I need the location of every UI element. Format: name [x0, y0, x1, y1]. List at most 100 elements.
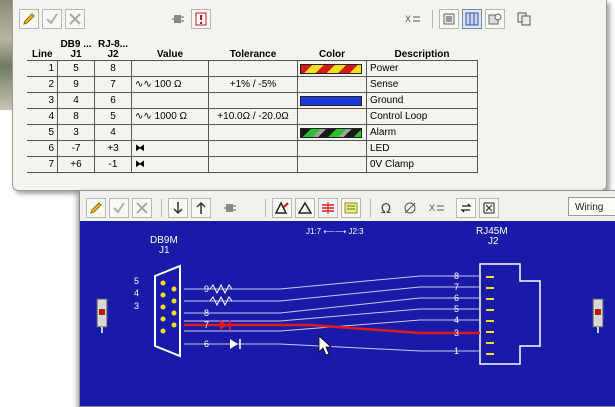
value-cell[interactable] — [131, 60, 209, 77]
tolerance-cell[interactable] — [208, 140, 298, 157]
j1-pin-cell[interactable]: 9 — [57, 76, 95, 93]
table-row[interactable]: 4 8 5 ∿∿ 1000 Ω +10.0Ω / -20.0Ω Control Loop — [27, 108, 478, 125]
j1-pin-cell[interactable]: 3 — [57, 124, 95, 141]
line-number-cell[interactable]: 2 — [27, 76, 58, 93]
j1-pin-cell[interactable]: 8 — [57, 108, 95, 125]
schematic-window: Ω X Wiring DB9M J1 RJ45M J2 J1:7 ⟵⟶ J2:3… — [79, 190, 615, 407]
svg-text:Ω: Ω — [381, 202, 391, 215]
arrow-down-icon[interactable] — [168, 198, 188, 218]
description-cell[interactable]: Alarm — [366, 124, 478, 141]
j2-pin-cell[interactable]: 6 — [94, 92, 132, 109]
tolerance-cell[interactable] — [208, 124, 298, 141]
phase-icon[interactable] — [400, 198, 420, 218]
j2-pin-cell[interactable]: +3 — [94, 140, 132, 157]
line-number-cell[interactable]: 6 — [27, 140, 58, 157]
tolerance-cell[interactable] — [208, 92, 298, 109]
value-cell[interactable] — [131, 92, 209, 109]
color-swatch — [300, 144, 362, 154]
refresh-icon[interactable] — [456, 198, 476, 218]
fit-icon[interactable] — [479, 198, 499, 218]
grid-view-icon[interactable] — [462, 9, 482, 29]
settings-icon[interactable] — [485, 9, 505, 29]
value-cell[interactable]: ⧓ — [131, 140, 209, 157]
value-cell[interactable]: ⧓ — [131, 156, 209, 173]
arrow-up-icon[interactable] — [191, 198, 211, 218]
j2-pin-cell[interactable]: 8 — [94, 60, 132, 77]
pencil-icon[interactable] — [19, 9, 39, 29]
red-lines-icon[interactable] — [318, 198, 338, 218]
line-number-cell[interactable]: 5 — [27, 124, 58, 141]
color-swatch — [300, 112, 362, 122]
right-pin-label: 7 — [454, 282, 460, 292]
table-row[interactable]: 5 3 4 Alarm — [27, 124, 478, 141]
color-cell[interactable] — [297, 76, 367, 93]
j2-pin-cell[interactable]: 5 — [94, 108, 132, 125]
check-icon[interactable] — [109, 198, 129, 218]
cross-icon[interactable] — [65, 9, 85, 29]
highlighted-wire[interactable] — [184, 323, 480, 335]
schematic-canvas[interactable]: DB9M J1 RJ45M J2 J1:7 ⟵⟶ J2:3 5 4 3 9 8 … — [80, 221, 615, 406]
description-cell[interactable]: LED — [366, 140, 478, 157]
wiring-button[interactable]: Wiring — [568, 197, 615, 216]
triangle-icon[interactable] — [295, 198, 315, 218]
description-cell[interactable]: Power — [366, 60, 478, 77]
right-pin-label: 4 — [454, 315, 460, 325]
color-cell[interactable] — [297, 108, 367, 125]
line-number-cell[interactable]: 3 — [27, 92, 58, 109]
warning-doc-icon[interactable] — [191, 9, 211, 29]
tolerance-cell[interactable] — [208, 156, 298, 173]
check-icon[interactable] — [42, 9, 62, 29]
yellow-lines-icon[interactable] — [341, 198, 361, 218]
tolerance-cell[interactable]: +10.0Ω / -20.0Ω — [208, 108, 298, 125]
pencil-icon[interactable] — [86, 198, 106, 218]
value-cell[interactable]: ∿∿ 1000 Ω — [131, 108, 209, 125]
db9-shell — [154, 264, 181, 358]
description-cell[interactable]: Ground — [366, 92, 478, 109]
mouse-cursor-icon — [318, 335, 333, 356]
swap-icon[interactable]: X — [403, 9, 423, 29]
mid-pin-label: 8 — [204, 308, 210, 318]
description-cell[interactable]: Control Loop — [366, 108, 478, 125]
description-cell[interactable]: Sense — [366, 76, 478, 93]
toolbar-separator — [161, 199, 162, 217]
line-number-cell[interactable]: 4 — [27, 108, 58, 125]
table-row[interactable]: 7 +6 -1 ⧓ 0V Clamp — [27, 156, 478, 173]
omega-icon[interactable]: Ω — [377, 198, 397, 218]
table-row[interactable]: 2 9 7 ∿∿ 100 Ω +1% / -5% Sense — [27, 76, 478, 93]
copy-icon[interactable] — [514, 9, 534, 29]
j1-pin-cell[interactable]: 4 — [57, 92, 95, 109]
tolerance-cell[interactable] — [208, 60, 298, 77]
value-cell[interactable]: ∿∿ 100 Ω — [131, 76, 209, 93]
value-cell[interactable] — [131, 124, 209, 141]
tolerance-cell[interactable]: +1% / -5% — [208, 76, 298, 93]
triangle-edit-icon[interactable] — [272, 198, 292, 218]
connection-table-window: X Line DB9 ... RJ-8... Value Tolerance C… — [12, 0, 607, 191]
connector-icon[interactable] — [220, 198, 240, 218]
table-row[interactable]: 1 5 8 Power — [27, 60, 478, 77]
right-pin-label: 8 — [454, 271, 460, 281]
color-cell[interactable] — [297, 124, 367, 141]
color-cell[interactable] — [297, 156, 367, 173]
header-value: Value — [156, 49, 184, 60]
j1-pin-cell[interactable]: 5 — [57, 60, 95, 77]
mid-pin-label: 7 — [204, 320, 210, 330]
table-view-icon[interactable] — [439, 9, 459, 29]
svg-text:X: X — [429, 203, 435, 213]
table-row[interactable]: 3 4 6 Ground — [27, 92, 478, 109]
cross-icon[interactable] — [132, 198, 152, 218]
description-cell[interactable]: 0V Clamp — [366, 156, 478, 173]
line-number-cell[interactable]: 1 — [27, 60, 58, 77]
j2-pin-cell[interactable]: 4 — [94, 124, 132, 141]
toolbar-separator — [370, 199, 371, 217]
j2-pin-cell[interactable]: 7 — [94, 76, 132, 93]
swap-icon[interactable]: X — [427, 198, 447, 218]
j2-pin-cell[interactable]: -1 — [94, 156, 132, 173]
color-cell[interactable] — [297, 60, 367, 77]
table-row[interactable]: 6 -7 +3 ⧓ LED — [27, 140, 478, 157]
color-cell[interactable] — [297, 140, 367, 157]
color-cell[interactable] — [297, 92, 367, 109]
connector-icon[interactable] — [168, 9, 188, 29]
j1-pin-cell[interactable]: +6 — [57, 156, 95, 173]
line-number-cell[interactable]: 7 — [27, 156, 58, 173]
j1-pin-cell[interactable]: -7 — [57, 140, 95, 157]
